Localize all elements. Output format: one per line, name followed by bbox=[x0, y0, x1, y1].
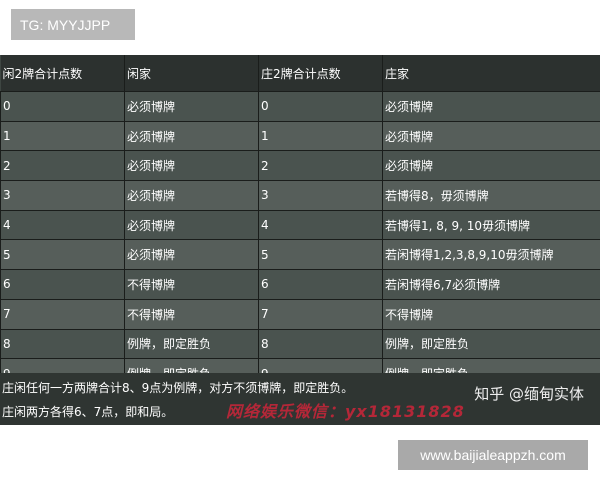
banker-rule-cell: 必须博牌 bbox=[382, 120, 600, 152]
zhihu-watermark: 知乎 @缅甸实体 bbox=[474, 385, 584, 403]
player-points-cell: 5 bbox=[0, 239, 125, 271]
player-rule-cell: 必须博牌 bbox=[124, 120, 259, 152]
banker-rule-cell: 若博得1, 8, 9, 10毋须博牌 bbox=[382, 209, 600, 241]
banker-points-cell: 0 bbox=[258, 91, 383, 122]
table-row: 1 必须博牌 1 必须博牌 bbox=[0, 120, 600, 152]
player-points-cell: 2 bbox=[0, 150, 125, 182]
rules-table: 闲2牌合计点数 闲家 庄2牌合计点数 庄家 0 必须博牌 0 必须博牌 1 必须… bbox=[0, 55, 600, 389]
player-points-cell: 8 bbox=[0, 328, 125, 360]
header-player-points: 闲2牌合计点数 bbox=[0, 55, 125, 92]
banker-points-cell: 2 bbox=[258, 150, 383, 182]
table-row: 0 必须博牌 0 必须博牌 bbox=[0, 91, 600, 122]
footer-note-tie: 庄闲两方各得6、7点，即和局。 bbox=[2, 405, 174, 419]
header-player: 闲家 bbox=[124, 55, 259, 92]
table-header-row: 闲2牌合计点数 闲家 庄2牌合计点数 庄家 bbox=[0, 55, 600, 92]
banker-rule-cell: 不得博牌 bbox=[382, 298, 600, 330]
banker-points-cell: 7 bbox=[258, 298, 383, 330]
player-rule-cell: 例牌，即定胜负 bbox=[124, 328, 259, 360]
banker-rule-cell: 例牌，即定胜负 bbox=[382, 328, 600, 360]
player-rule-cell: 必须博牌 bbox=[124, 239, 259, 271]
rules-footer: 庄闲任何一方两牌合计8、9点为例牌，对方不须博牌，即定胜负。 庄闲两方各得6、7… bbox=[0, 373, 600, 425]
tg-label: TG: MYYJJPP bbox=[11, 9, 135, 40]
table-row: 6 不得博牌 6 若闲博得6,7必须博牌 bbox=[0, 269, 600, 300]
banker-points-cell: 5 bbox=[258, 239, 383, 271]
banker-points-cell: 3 bbox=[258, 180, 383, 211]
footer-note-natural: 庄闲任何一方两牌合计8、9点为例牌，对方不须博牌，即定胜负。 bbox=[2, 381, 354, 395]
table-row: 3 必须博牌 3 若博得8，毋须博牌 bbox=[0, 180, 600, 211]
player-rule-cell: 不得博牌 bbox=[124, 298, 259, 330]
rules-table-container: 闲2牌合计点数 闲家 庄2牌合计点数 庄家 0 必须博牌 0 必须博牌 1 必须… bbox=[0, 55, 600, 425]
player-rule-cell: 必须博牌 bbox=[124, 209, 259, 241]
player-rule-cell: 不得博牌 bbox=[124, 269, 259, 300]
player-points-cell: 7 bbox=[0, 298, 125, 330]
table-row: 8 例牌，即定胜负 8 例牌，即定胜负 bbox=[0, 328, 600, 360]
banker-rule-cell: 必须博牌 bbox=[382, 150, 600, 182]
banker-points-cell: 8 bbox=[258, 328, 383, 360]
red-watermark: 网络娱乐微信：yx18131828 bbox=[226, 402, 465, 421]
banker-rule-cell: 若闲博得6,7必须博牌 bbox=[382, 269, 600, 300]
banker-points-cell: 6 bbox=[258, 269, 383, 300]
header-banker-points: 庄2牌合计点数 bbox=[258, 55, 383, 92]
player-points-cell: 1 bbox=[0, 120, 125, 152]
site-url-label: www.baijialeappzh.com bbox=[398, 440, 588, 470]
table-row: 4 必须博牌 4 若博得1, 8, 9, 10毋须博牌 bbox=[0, 209, 600, 241]
player-rule-cell: 必须博牌 bbox=[124, 150, 259, 182]
table-row: 2 必须博牌 2 必须博牌 bbox=[0, 150, 600, 182]
banker-points-cell: 1 bbox=[258, 120, 383, 152]
table-row: 5 必须博牌 5 若闲博得1,2,3,8,9,10毋须博牌 bbox=[0, 239, 600, 271]
player-points-cell: 6 bbox=[0, 269, 125, 300]
banker-points-cell: 4 bbox=[258, 209, 383, 241]
player-points-cell: 4 bbox=[0, 209, 125, 241]
header-banker: 庄家 bbox=[382, 55, 600, 92]
player-points-cell: 0 bbox=[0, 91, 125, 122]
banker-rule-cell: 必须博牌 bbox=[382, 91, 600, 122]
banker-rule-cell: 若博得8，毋须博牌 bbox=[382, 180, 600, 211]
player-rule-cell: 必须博牌 bbox=[124, 91, 259, 122]
banker-rule-cell: 若闲博得1,2,3,8,9,10毋须博牌 bbox=[382, 239, 600, 271]
table-row: 7 不得博牌 7 不得博牌 bbox=[0, 298, 600, 330]
player-points-cell: 3 bbox=[0, 180, 125, 211]
player-rule-cell: 必须博牌 bbox=[124, 180, 259, 211]
